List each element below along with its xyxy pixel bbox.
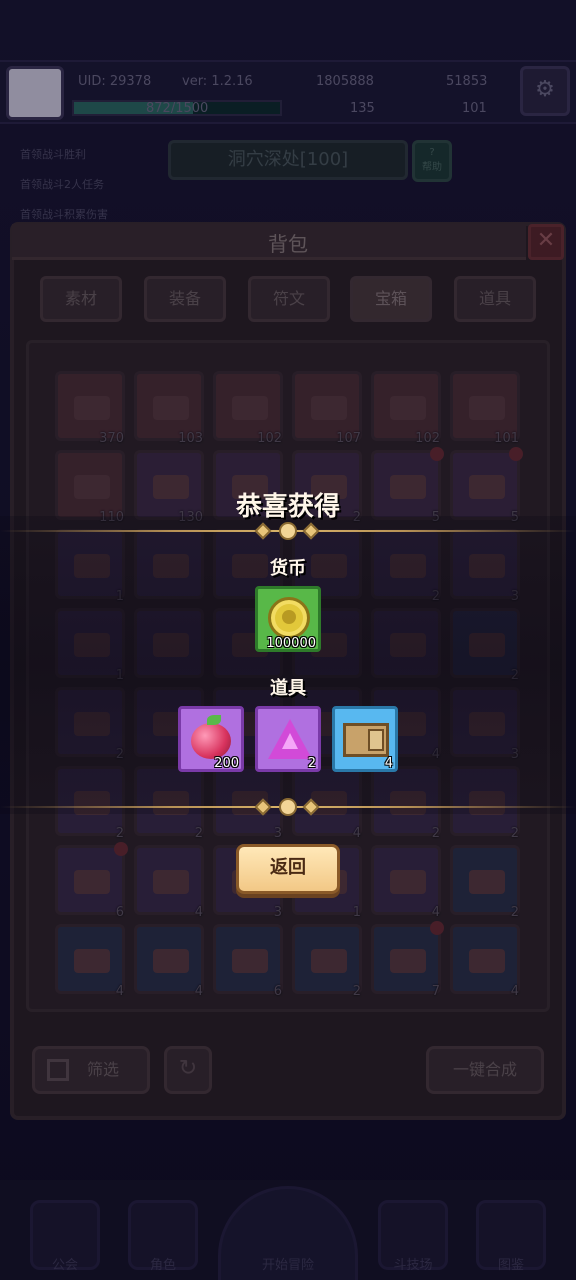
reward-wooden-crate[interactable]: 4: [332, 706, 398, 772]
reward-title: 恭喜获得: [235, 492, 340, 522]
raspberry-icon: [191, 723, 231, 759]
ornament-top: [253, 522, 323, 540]
return-button[interactable]: 返回: [236, 844, 340, 894]
reward-count: 4: [384, 756, 393, 771]
reward-purple-gem[interactable]: 2: [255, 706, 321, 772]
items-section-label: 道具: [270, 678, 306, 699]
game-screen: UID: 29378 ver: 1.2.16 1805888 51853 872…: [0, 0, 576, 1280]
reward-count: 100000: [266, 636, 316, 651]
reward-gold-coin[interactable]: 100000: [255, 586, 321, 652]
wooden-crate-icon: [343, 723, 389, 757]
reward-raspberry[interactable]: 200: [178, 706, 244, 772]
reward-count: 200: [214, 756, 239, 771]
gold-coin-icon: [268, 597, 310, 639]
reward-count: 2: [307, 756, 316, 771]
currency-section-label: 货币: [270, 558, 306, 579]
ornament-bottom: [253, 798, 323, 816]
